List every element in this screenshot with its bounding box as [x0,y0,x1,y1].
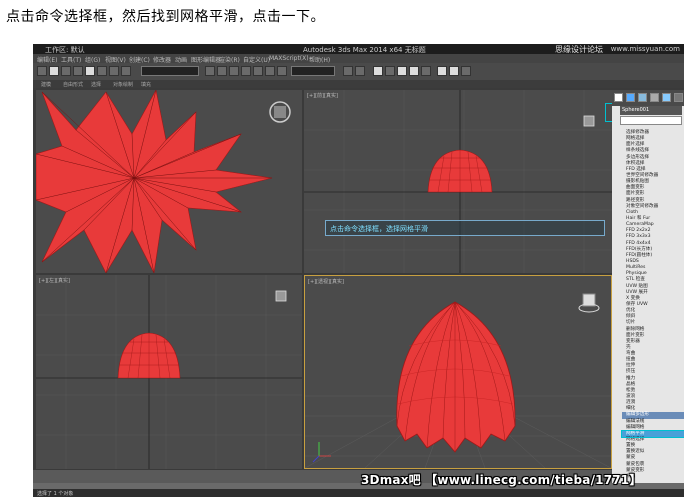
viewport-left[interactable]: [+][左][真实] [36,275,302,469]
move-icon[interactable] [109,66,119,76]
mirror-icon[interactable] [343,66,353,76]
pivot-icon[interactable] [217,66,227,76]
watermark-text: 3Dmax吧 【www.linecg.com/tieba/1771】 [361,473,642,487]
modifier-list-dropdown[interactable] [620,116,682,125]
command-panel-tabs [612,90,684,106]
command-panel: Sphere001 选择修改器 网格选择 面片选择 样条线选择 多边形选择 体积… [612,90,684,495]
perspective-view-mesh [305,293,611,468]
bind-space-warp-icon[interactable] [73,66,83,76]
angle-snap-icon[interactable] [241,66,251,76]
select-link-icon[interactable] [49,66,59,76]
spinner-snap-icon[interactable] [265,66,275,76]
title-bar: 工作区: 默认 Autodesk 3ds Max 2014 x64 无标题 思缘… [33,44,684,54]
ribbon-tab-modeling[interactable]: 建模 [41,81,51,88]
motion-tab-icon[interactable] [650,93,659,102]
render-icon[interactable] [461,66,471,76]
modifier-list: 选择修改器 网格选择 面片选择 样条线选择 多边形选择 体积选择 FFD 选择 … [621,130,684,480]
ribbon-tab-populate[interactable]: 填充 [141,81,151,88]
select-object-icon[interactable] [85,66,95,76]
menu-bar: 编辑(E) 工具(T) 组(G) 视图(V) 创建(C) 修改器 动画 图形编辑… [33,54,684,64]
object-name-field[interactable]: Sphere001 [620,106,682,115]
selection-filter-dropdown[interactable] [141,66,199,76]
rendered-frame-icon[interactable] [449,66,459,76]
edit-named-selection-icon[interactable] [277,66,287,76]
viewport-front[interactable]: [+][前][真实] [304,90,612,273]
menu-maxscript[interactable]: MAXScript(X) [269,55,309,62]
rotate-icon[interactable] [121,66,131,76]
viewport-top[interactable] [36,90,302,273]
main-toolbar [33,63,684,81]
create-tab-icon[interactable] [614,93,623,102]
graphite-toggle-icon[interactable] [385,66,395,76]
align-icon[interactable] [355,66,365,76]
display-tab-icon[interactable] [662,93,671,102]
snap-icon[interactable] [229,66,239,76]
modify-tab-icon[interactable] [626,93,635,102]
curve-editor-icon[interactable] [397,66,407,76]
material-editor-icon[interactable] [421,66,431,76]
left-view-grid [36,275,302,469]
top-view-mesh [36,90,291,273]
ribbon-tabs: 建模 自由形式 选择 对象绘制 填充 [33,80,684,88]
undo-icon[interactable] [37,66,47,76]
status-bar: 选择了 1 个对象 [33,489,684,497]
annotation-box: 点击命令选择框，选择网格平滑 [325,220,605,236]
ribbon-tab-freeform[interactable]: 自由形式 [63,81,83,88]
render-setup-icon[interactable] [437,66,447,76]
layer-manager-icon[interactable] [373,66,383,76]
front-view-grid [304,90,612,273]
instruction-caption: 点击命令选择框，然后找到网格平滑，点击一下。 [6,9,325,25]
ribbon-tab-object-paint[interactable]: 对象绘制 [113,81,133,88]
ribbon-tab-selection[interactable]: 选择 [91,81,101,88]
hierarchy-tab-icon[interactable] [638,93,647,102]
unlink-icon[interactable] [61,66,71,76]
status-selected: 选择了 1 个对象 [37,491,74,497]
viewport-perspective[interactable]: [+][透视][真实] [304,275,612,469]
3dsmax-window: 工作区: 默认 Autodesk 3ds Max 2014 x64 无标题 思缘… [33,44,684,497]
select-by-name-icon[interactable] [97,66,107,76]
schematic-view-icon[interactable] [409,66,419,76]
website-label: www.missyuan.com [610,45,680,53]
utilities-tab-icon[interactable] [674,93,683,102]
named-selection-dropdown[interactable] [291,66,335,76]
percent-snap-icon[interactable] [253,66,263,76]
scale-icon[interactable] [205,66,215,76]
